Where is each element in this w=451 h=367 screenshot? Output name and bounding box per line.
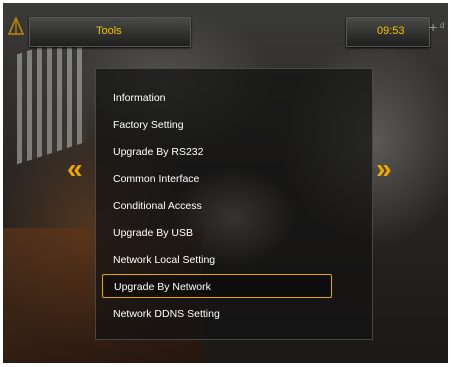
menu-item-network-ddns-setting[interactable]: Network DDNS Setting (102, 302, 332, 326)
menu-item-common-interface[interactable]: Common Interface (102, 167, 332, 191)
menu-item-information[interactable]: Information (102, 86, 332, 110)
page-title: Tools (96, 25, 122, 37)
antenna-logo-icon (8, 17, 24, 35)
tools-menu: Information Factory Setting Upgrade By R… (95, 68, 373, 340)
title-bar: Tools (29, 17, 191, 47)
menu-item-upgrade-by-rs232[interactable]: Upgrade By RS232 (102, 140, 332, 164)
menu-item-factory-setting[interactable]: Factory Setting (102, 113, 332, 137)
menu-item-upgrade-by-network[interactable]: Upgrade By Network (102, 274, 332, 298)
previous-page-arrow-icon[interactable]: « (67, 155, 83, 183)
background-radiator (17, 31, 87, 165)
next-page-arrow-icon[interactable]: » (376, 155, 392, 183)
menu-item-network-local-setting[interactable]: Network Local Setting (102, 248, 332, 272)
signal-icon: d (440, 21, 445, 30)
clock-time: 09:53 (377, 25, 405, 37)
tv-screen: Tools 09:53 + d « » Information Factory … (3, 3, 448, 363)
clock-bar: 09:53 (346, 17, 430, 47)
menu-item-upgrade-by-usb[interactable]: Upgrade By USB (102, 221, 332, 245)
menu-item-conditional-access[interactable]: Conditional Access (102, 194, 332, 218)
plus-icon: + (429, 19, 438, 35)
